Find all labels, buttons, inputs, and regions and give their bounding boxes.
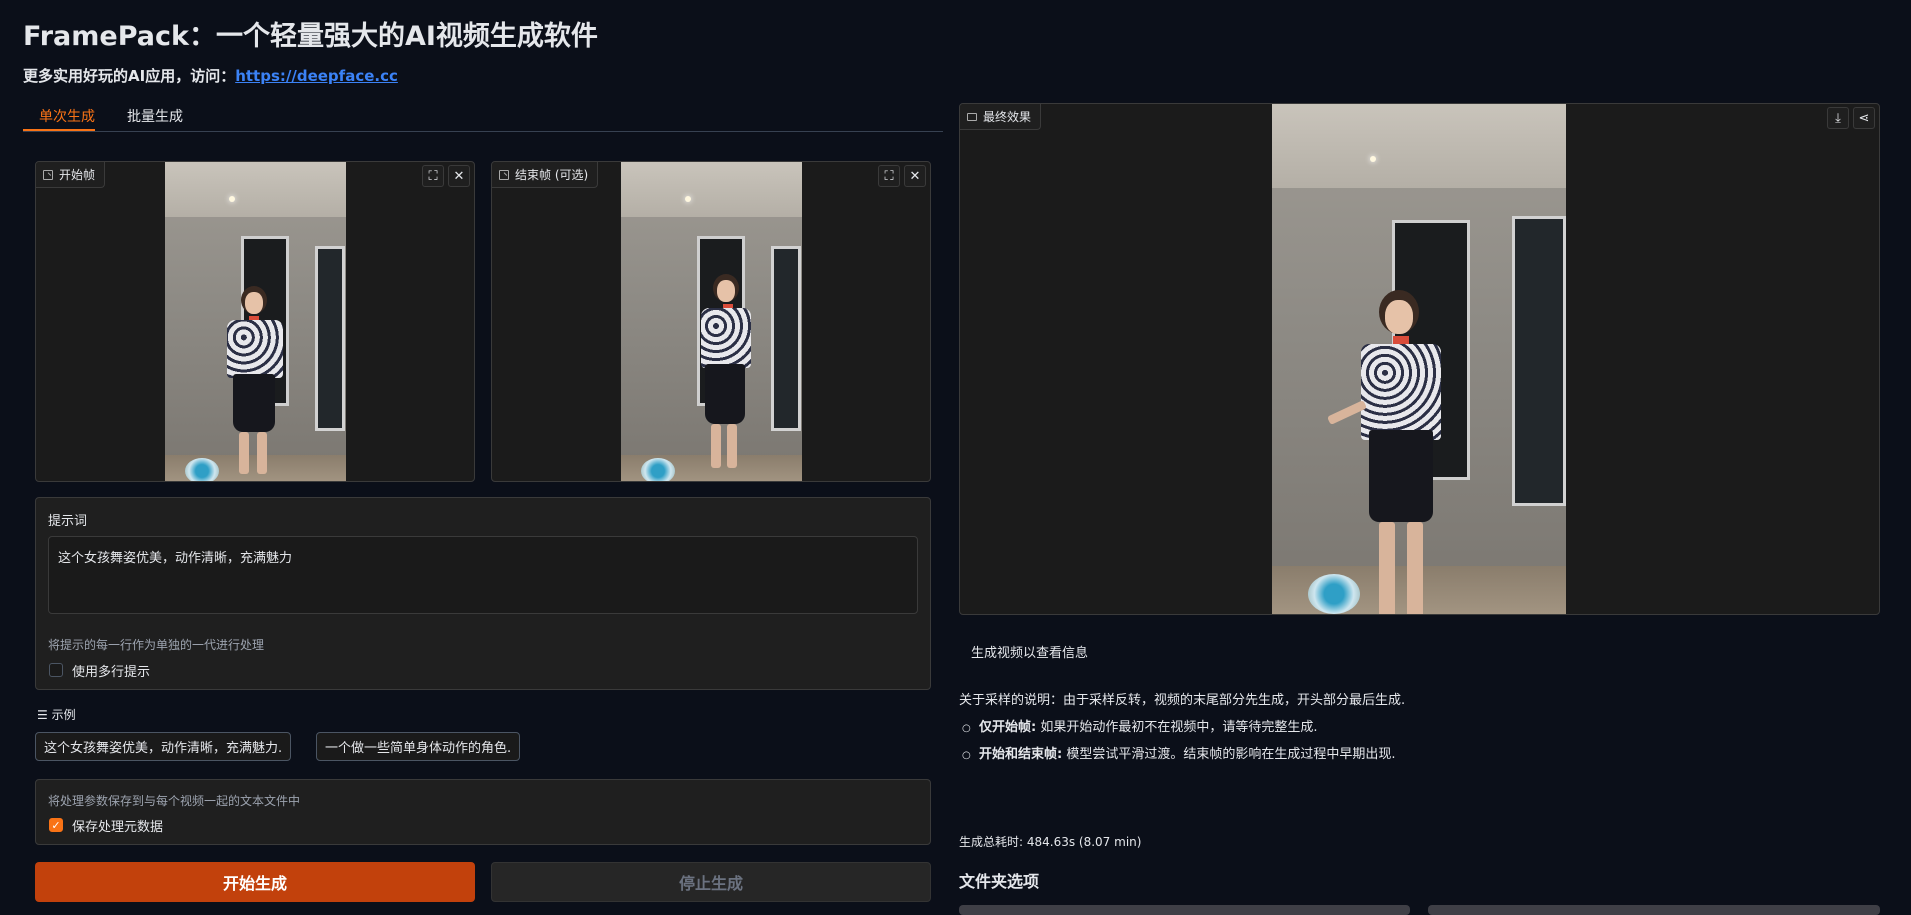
- result-video-panel[interactable]: 最终效果 ⤓ ⋖: [959, 103, 1880, 615]
- active-tab-indicator: [23, 129, 95, 131]
- sampling-note-item-1: ○ 仅开始帧: 如果开始动作最初不在视频中，请等待完整生成.: [962, 720, 1318, 735]
- end-frame-label-text: 结束帧 (可选): [515, 168, 589, 182]
- folder-options-title: 文件夹选项: [959, 872, 1040, 891]
- deepface-link[interactable]: https://deepface.cc: [235, 67, 398, 85]
- video-icon: [967, 112, 977, 121]
- status-text: 生成视频以查看信息: [971, 646, 1089, 661]
- note-item-1-text: 如果开始动作最初不在视频中，请等待完整生成.: [1036, 720, 1318, 735]
- image-icon: [43, 169, 53, 180]
- prompt-label: 提示词: [48, 514, 88, 529]
- note-item-2-bold: 开始和结束帧:: [979, 747, 1063, 762]
- start-generate-button[interactable]: 开始生成: [35, 862, 475, 902]
- list-icon: ☰: [37, 708, 52, 722]
- sampling-note-item-2: ○ 开始和结束帧: 模型尝试平滑过渡。结束帧的影响在生成过程中早期出现.: [962, 747, 1396, 762]
- metadata-checkbox[interactable]: ✓: [49, 818, 63, 832]
- end-frame-label: 结束帧 (可选): [492, 162, 599, 188]
- fullscreen-icon[interactable]: ⛶: [422, 165, 444, 187]
- metadata-hint: 将处理参数保存到与每个视频一起的文本文件中: [48, 794, 301, 808]
- total-time: 生成总耗时: 484.63s (8.07 min): [959, 835, 1142, 849]
- multiline-label: 使用多行提示: [72, 665, 151, 680]
- metadata-panel: 将处理参数保存到与每个视频一起的文本文件中 ✓ 保存处理元数据: [35, 779, 931, 845]
- result-label-text: 最终效果: [983, 110, 1032, 124]
- folder-button-1[interactable]: [959, 905, 1410, 915]
- metadata-label: 保存处理元数据: [72, 820, 164, 835]
- multiline-checkbox[interactable]: [49, 663, 63, 677]
- close-icon[interactable]: ✕: [904, 165, 926, 187]
- note-item-2-text: 模型尝试平滑过渡。结束帧的影响在生成过程中早期出现.: [1062, 747, 1396, 762]
- end-frame-upload[interactable]: 结束帧 (可选) ⛶ ✕: [491, 161, 931, 482]
- result-label: 最终效果: [960, 104, 1042, 130]
- start-frame-upload[interactable]: 开始帧 ⛶ ✕: [35, 161, 475, 482]
- result-video[interactable]: [1272, 104, 1566, 614]
- prompt-input[interactable]: 这个女孩舞姿优美，动作清晰，充满魅力: [48, 536, 918, 614]
- note-item-1-bold: 仅开始帧:: [979, 720, 1037, 735]
- multiline-hint: 将提示的每一行作为单独的一代进行处理: [48, 638, 265, 652]
- page-title: FramePack：一个轻量强大的AI视频生成软件: [23, 21, 598, 52]
- stop-generate-button[interactable]: 停止生成: [491, 862, 931, 902]
- start-frame-image: [165, 162, 346, 481]
- subtitle-text: 更多实用好玩的AI应用，访问：: [23, 67, 236, 85]
- tab-batch-generate[interactable]: 批量生成: [127, 106, 183, 126]
- examples-label-text: 示例: [51, 708, 76, 722]
- start-frame-label-text: 开始帧: [59, 168, 96, 182]
- start-frame-label: 开始帧: [36, 162, 106, 188]
- end-frame-image: [621, 162, 802, 481]
- example-button-1[interactable]: 这个女孩舞姿优美，动作清晰，充满魅力.: [35, 732, 292, 761]
- folder-button-2[interactable]: [1428, 905, 1880, 915]
- sampling-note: 关于采样的说明：由于采样反转，视频的末尾部分先生成，开头部分最后生成.: [959, 693, 1406, 708]
- page-subtitle: 更多实用好玩的AI应用，访问：https://deepface.cc: [23, 65, 398, 86]
- check-icon: ✓: [51, 818, 61, 832]
- fullscreen-icon[interactable]: ⛶: [878, 165, 900, 187]
- share-icon[interactable]: ⋖: [1853, 107, 1875, 129]
- prompt-panel: 提示词 这个女孩舞姿优美，动作清晰，充满魅力 将提示的每一行作为单独的一代进行处…: [35, 497, 931, 690]
- examples-label: ☰ 示例: [37, 706, 76, 723]
- download-icon[interactable]: ⤓: [1827, 107, 1849, 129]
- tab-single-generate[interactable]: 单次生成: [39, 106, 95, 126]
- tab-bar: 单次生成 批量生成: [23, 102, 943, 132]
- image-icon: [499, 169, 509, 180]
- example-button-2[interactable]: 一个做一些简单身体动作的角色.: [316, 732, 521, 761]
- close-icon[interactable]: ✕: [448, 165, 470, 187]
